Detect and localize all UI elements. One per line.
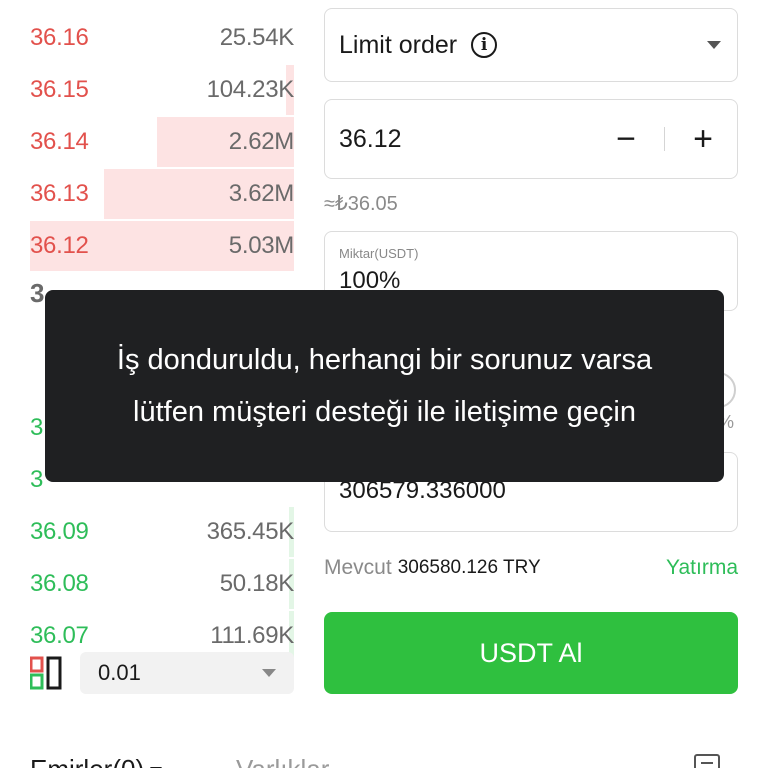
deposit-link[interactable]: Yatırma [666, 556, 738, 580]
ask-price: 36.16 [30, 24, 89, 51]
plus-button[interactable]: + [683, 119, 723, 159]
bid-price: 36.07 [30, 622, 89, 649]
buy-button[interactable]: USDT Al [324, 612, 738, 694]
price-input[interactable]: 36.12 − + [324, 99, 738, 179]
bid-qty: 50.18K [219, 570, 295, 597]
bid-qty: 365.45K [206, 518, 295, 545]
precision-select[interactable]: 0.01 [80, 652, 294, 694]
ask-qty: 5.03M [228, 232, 295, 259]
amount-label: Miktar(USDT) [339, 246, 419, 261]
ask-price: 36.12 [30, 232, 89, 259]
chevron-down-icon [707, 41, 721, 49]
ask-row[interactable]: 36.16 25.54K [30, 12, 294, 64]
error-toast: İş donduruldu, herhangi bir sorunuz vars… [45, 290, 724, 482]
bid-qty: 111.69K [210, 622, 294, 649]
ask-qty: 2.62M [228, 128, 295, 155]
chevron-down-icon [262, 669, 276, 677]
ask-row[interactable]: 36.15 104.23K [30, 64, 294, 116]
tab-assets[interactable]: Varlıklar [236, 754, 329, 768]
ask-qty: 104.23K [206, 76, 295, 103]
order-book-footer: 0.01 [30, 652, 294, 694]
bid-price: 36.08 [30, 570, 89, 597]
stepper-divider [664, 127, 665, 151]
toast-message: İş donduruldu, herhangi bir sorunuz vars… [116, 344, 653, 428]
order-type-select[interactable]: Limit order i [324, 8, 738, 82]
ask-price: 36.13 [30, 180, 89, 207]
bottom-tabs: Emirler(0) Varlıklar [30, 748, 720, 768]
available-balance-row: Mevcut 306580.126 TRY Yatırma [324, 556, 738, 580]
ask-row[interactable]: 36.13 3.62M [30, 168, 294, 220]
info-icon[interactable]: i [471, 32, 498, 58]
price-value: 36.12 [339, 124, 402, 153]
bid-price: 3 [30, 414, 44, 441]
ask-row[interactable]: 36.12 5.03M [30, 220, 294, 272]
ask-qty: 3.62M [228, 180, 295, 207]
bid-row[interactable]: 36.09 365.45K [30, 506, 294, 558]
mid-price[interactable]: 3 [30, 278, 44, 309]
ask-price: 36.15 [30, 76, 89, 103]
bid-price: 3 [30, 466, 44, 493]
bid-price: 36.09 [30, 518, 89, 545]
available-value: 306580.126 TRY [397, 557, 541, 578]
orderbook-layout-icon[interactable] [30, 656, 64, 690]
precision-value: 0.01 [98, 660, 141, 685]
ask-row[interactable]: 36.14 2.62M [30, 116, 294, 168]
ask-price: 36.14 [30, 128, 89, 155]
order-form: Limit order i 36.12 − + ≈₺36.05 Miktar(U… [324, 8, 738, 694]
available-label: Mevcut [324, 556, 392, 579]
bid-row[interactable]: 36.08 50.18K [30, 558, 294, 610]
tab-orders-label: Emirler(0) [30, 754, 144, 768]
ask-qty: 25.54K [219, 24, 295, 51]
ask-list: 36.16 25.54K 36.15 104.23K 36.14 2.62M 36.1… [30, 12, 294, 272]
approx-price: ≈₺36.05 [324, 193, 398, 215]
minus-button[interactable]: − [606, 119, 646, 159]
tab-orders[interactable]: Emirler(0) [30, 754, 163, 768]
order-type-label: Limit order [339, 30, 458, 59]
orderbook-layout-icon-graphic [30, 656, 62, 690]
order-history-icon[interactable] [694, 754, 720, 768]
